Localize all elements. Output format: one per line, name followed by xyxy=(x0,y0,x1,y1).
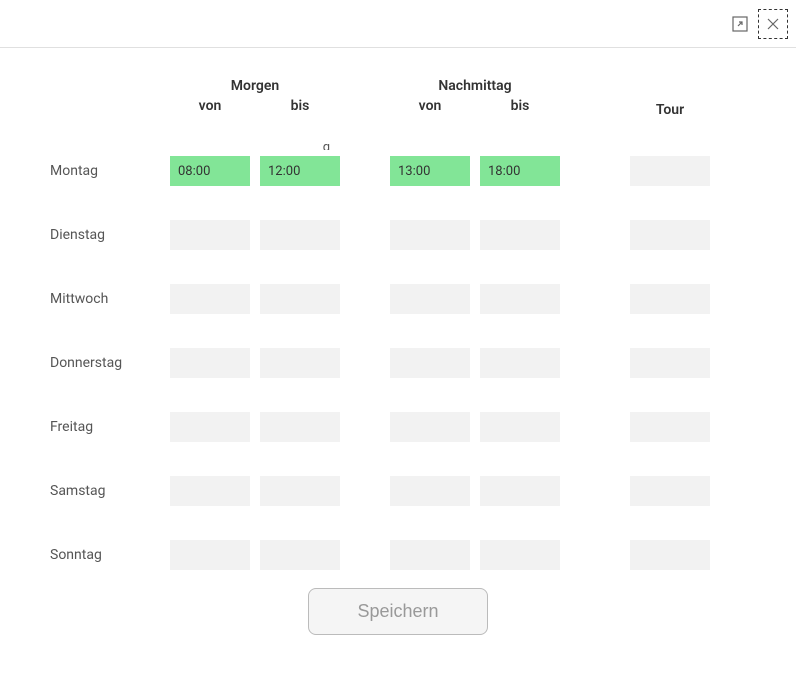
header-tour: Tour xyxy=(630,102,710,118)
tour-input[interactable] xyxy=(630,476,710,506)
morning-to-input[interactable] xyxy=(260,348,340,378)
truncated-label: g xyxy=(260,140,340,150)
day-label: Samstag xyxy=(50,483,170,499)
afternoon-from-input[interactable] xyxy=(390,348,470,378)
afternoon-to-input[interactable] xyxy=(480,412,560,442)
afternoon-to-input[interactable] xyxy=(480,540,560,570)
morning-from-input[interactable] xyxy=(170,220,250,250)
morning-to-input[interactable] xyxy=(260,476,340,506)
morning-to-input[interactable] xyxy=(260,540,340,570)
tour-input[interactable] xyxy=(630,284,710,314)
day-label: Montag xyxy=(50,163,170,179)
header-afternoon-from: von xyxy=(390,98,470,122)
morning-to-input[interactable] xyxy=(260,284,340,314)
header-morning-to: bis xyxy=(260,98,340,122)
day-label: Donnerstag xyxy=(50,355,170,371)
day-label: Dienstag xyxy=(50,227,170,243)
day-row: Samstag xyxy=(50,476,746,506)
afternoon-to-input[interactable] xyxy=(480,284,560,314)
expand-icon[interactable] xyxy=(726,10,754,38)
day-row: Freitag xyxy=(50,412,746,442)
dialog-header xyxy=(0,0,796,48)
morning-from-input[interactable] xyxy=(170,540,250,570)
afternoon-from-input[interactable] xyxy=(390,540,470,570)
morning-to-input[interactable]: 12:00 xyxy=(260,156,340,186)
day-row: Sonntag xyxy=(50,540,746,570)
morning-from-input[interactable]: 08:00 xyxy=(170,156,250,186)
save-button[interactable]: Speichern xyxy=(308,588,487,635)
header-morning: Morgen xyxy=(170,78,340,94)
tour-input[interactable] xyxy=(630,412,710,442)
header-afternoon-to: bis xyxy=(480,98,560,122)
afternoon-from-input[interactable]: 13:00 xyxy=(390,156,470,186)
morning-from-input[interactable] xyxy=(170,476,250,506)
afternoon-from-input[interactable] xyxy=(390,284,470,314)
tour-input[interactable] xyxy=(630,348,710,378)
day-row: Mittwoch xyxy=(50,284,746,314)
day-row: Montag08:00 12:00 13:00 18:00 xyxy=(50,156,746,186)
day-label: Sonntag xyxy=(50,547,170,563)
tour-input[interactable] xyxy=(630,220,710,250)
afternoon-to-input[interactable]: 18:00 xyxy=(480,156,560,186)
afternoon-to-input[interactable] xyxy=(480,220,560,250)
morning-from-input[interactable] xyxy=(170,412,250,442)
morning-to-input[interactable] xyxy=(260,412,340,442)
tour-input[interactable] xyxy=(630,156,710,186)
day-label: Freitag xyxy=(50,419,170,435)
afternoon-to-input[interactable] xyxy=(480,348,560,378)
afternoon-from-input[interactable] xyxy=(390,412,470,442)
afternoon-from-input[interactable] xyxy=(390,220,470,250)
day-row: Dienstag xyxy=(50,220,746,250)
morning-from-input[interactable] xyxy=(170,284,250,314)
morning-to-input[interactable] xyxy=(260,220,340,250)
afternoon-to-input[interactable] xyxy=(480,476,560,506)
afternoon-from-input[interactable] xyxy=(390,476,470,506)
day-label: Mittwoch xyxy=(50,291,170,307)
header-morning-from: von xyxy=(170,98,250,122)
schedule-editor: Morgen Nachmittag von bis von bis Tour g… xyxy=(0,48,796,655)
morning-from-input[interactable] xyxy=(170,348,250,378)
header-afternoon: Nachmittag xyxy=(390,78,560,94)
close-icon[interactable] xyxy=(758,9,788,39)
day-row: Donnerstag xyxy=(50,348,746,378)
tour-input[interactable] xyxy=(630,540,710,570)
